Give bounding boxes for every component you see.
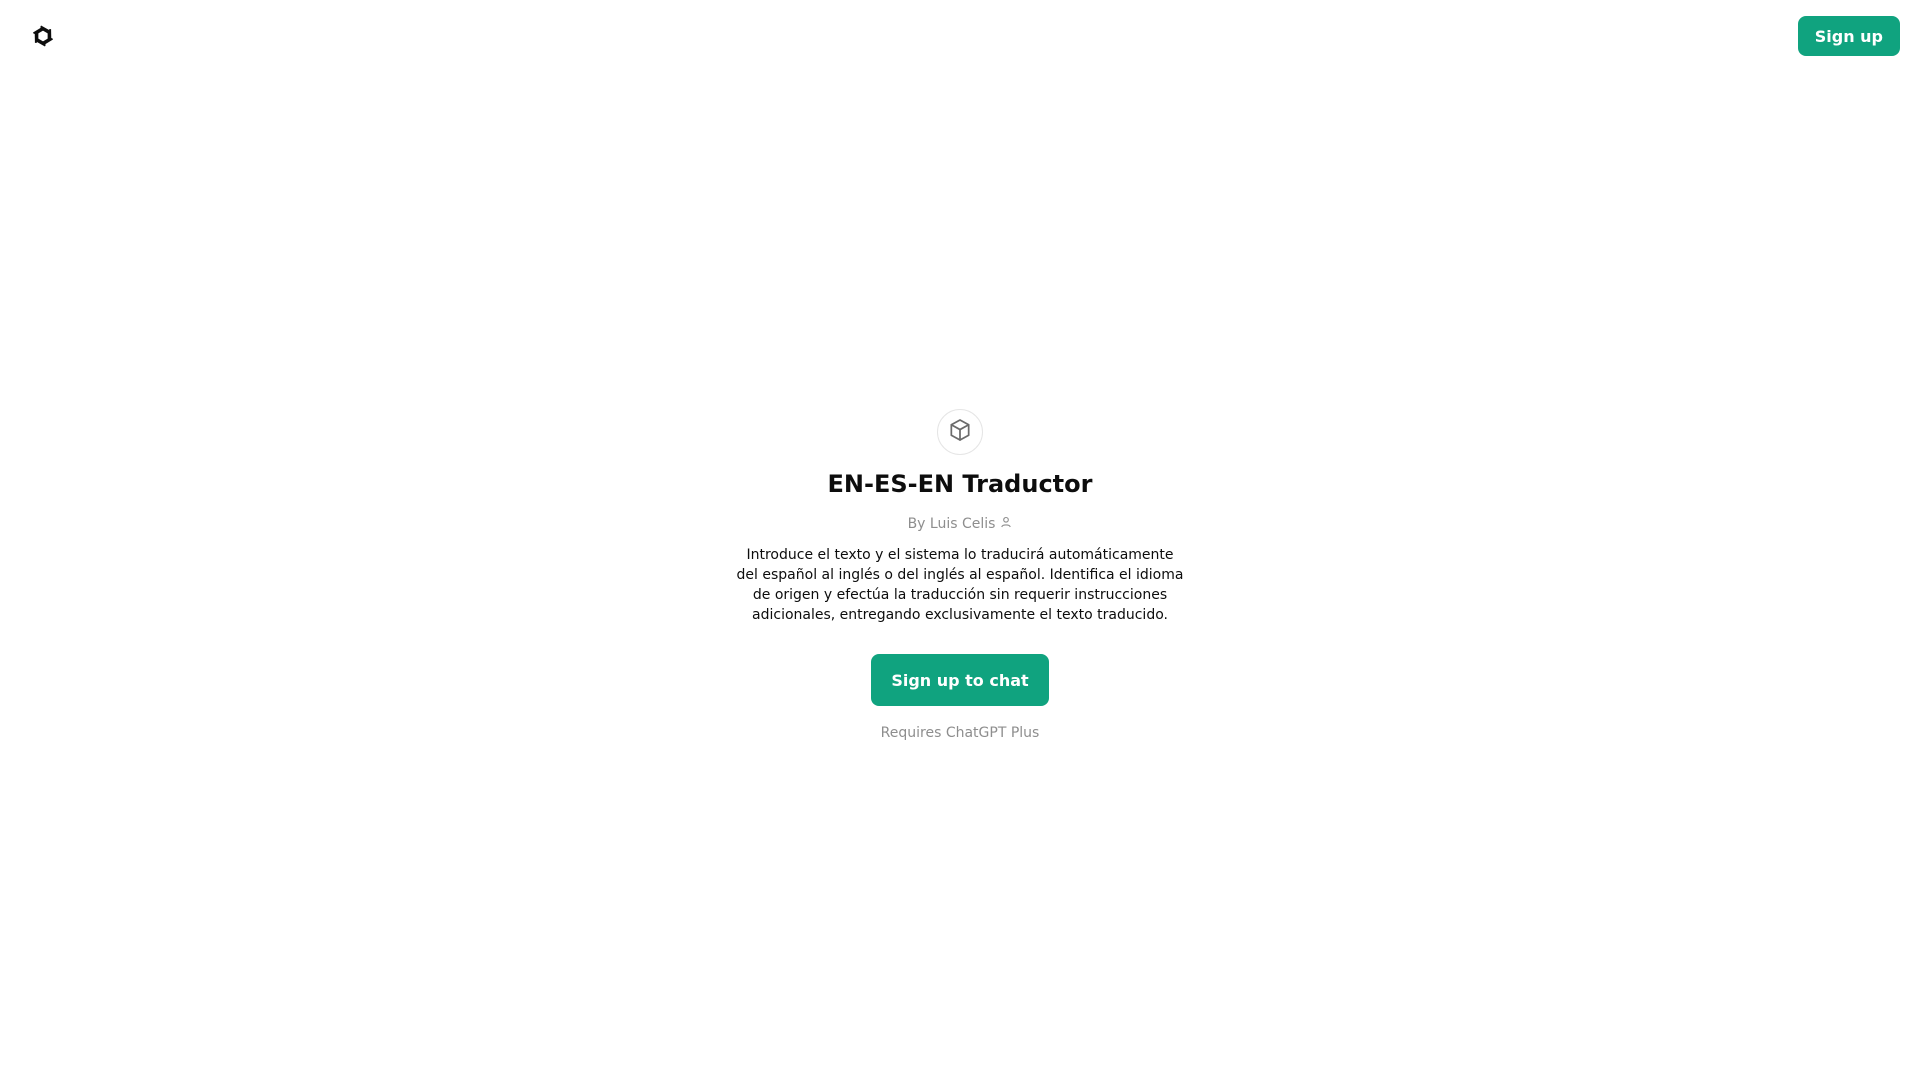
cube-icon <box>947 417 973 447</box>
gpt-description: Introduce el texto y el sistema lo tradu… <box>736 547 1184 623</box>
page: Sign up EN-ES-EN Traductor By Luis Celis <box>0 0 1920 1080</box>
gpt-title: EN-ES-EN Traductor <box>827 470 1093 498</box>
sign-up-button[interactable]: Sign up <box>1797 16 1900 56</box>
gpt-intro: EN-ES-EN Traductor By Luis Celis Introdu… <box>0 409 1920 743</box>
openai-logo-icon[interactable] <box>26 19 60 53</box>
author-byline: By Luis Celis <box>908 514 1013 534</box>
top-bar: Sign up <box>0 0 1920 72</box>
sign-up-to-chat-button[interactable]: Sign up to chat <box>871 654 1049 706</box>
person-icon <box>1000 514 1012 534</box>
plan-requirement-note: Requires ChatGPT Plus <box>880 725 1040 741</box>
author-name: By Luis Celis <box>907 516 996 532</box>
gpt-avatar <box>937 409 983 455</box>
